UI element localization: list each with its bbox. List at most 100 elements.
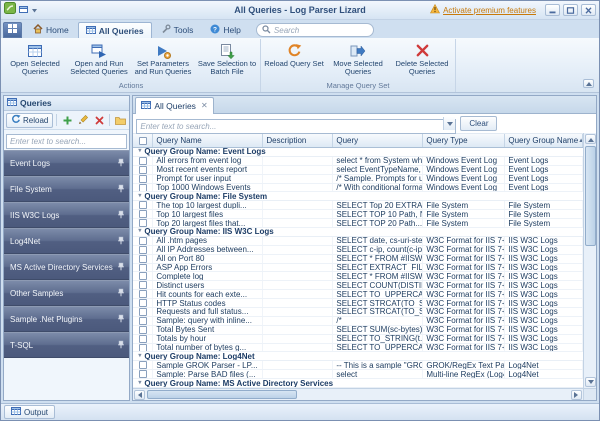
- column-header-query-name[interactable]: Query Name: [153, 134, 263, 147]
- row-checkbox[interactable]: [139, 361, 147, 369]
- table-row[interactable]: Sample GROK Parser - LP...-- This is a s…: [133, 361, 583, 370]
- group-row-query-group-name-iis-w3c-logs[interactable]: ▾Query Group Name: IIS W3C Logs: [133, 228, 583, 237]
- sidebar-item-iis-w3c-logs[interactable]: IIS W3C Logs: [4, 202, 129, 228]
- group-row-query-group-name-log4net[interactable]: ▾Query Group Name: Log4Net: [133, 352, 583, 361]
- group-row-query-group-name-file-system[interactable]: ▾Query Group Name: File System: [133, 192, 583, 201]
- ribbon-button-reload-query-set[interactable]: Reload Query Set: [262, 40, 326, 68]
- vertical-scroll-thumb[interactable]: [585, 146, 596, 246]
- ribbon-collapse-button[interactable]: [583, 79, 594, 88]
- table-row[interactable]: All .htm pagesSELECT date, cs-uri-stemW3…: [133, 237, 583, 246]
- row-checkbox[interactable]: [139, 157, 147, 165]
- ribbon-tab-tools[interactable]: Tools: [153, 22, 202, 38]
- maximize-button[interactable]: [563, 4, 578, 16]
- scroll-right-button[interactable]: [571, 390, 582, 400]
- row-checkbox[interactable]: [139, 290, 147, 298]
- row-checkbox[interactable]: [139, 281, 147, 289]
- quick-access-dropdown-icon[interactable]: [31, 1, 38, 19]
- ribbon-button-save-selection-to-batch-file[interactable]: Save Selection to Batch File: [195, 40, 259, 76]
- reload-button[interactable]: Reload: [6, 113, 53, 128]
- horizontal-scrollbar[interactable]: [133, 388, 583, 400]
- table-row[interactable]: ASP App ErrorsSELECT EXTRACT_FILEN...W3C…: [133, 264, 583, 273]
- row-checkbox[interactable]: [139, 237, 147, 245]
- ribbon-button-set-parameters-and-run-queries[interactable]: Set Parameters and Run Queries: [131, 40, 195, 76]
- table-row[interactable]: Distinct usersSELECT COUNT(DISTINC...W3C…: [133, 281, 583, 290]
- row-checkbox[interactable]: [139, 308, 147, 316]
- edit-query-button[interactable]: [76, 113, 90, 128]
- table-row[interactable]: Hit counts for each exte...SELECT TO_UPP…: [133, 290, 583, 299]
- row-checkbox[interactable]: [139, 166, 147, 174]
- application-menu-button[interactable]: [3, 22, 22, 38]
- output-button[interactable]: Output: [4, 405, 55, 419]
- sidebar-item-other-samples[interactable]: Other Samples: [4, 280, 129, 306]
- ribbon-button-delete-selected-queries[interactable]: Delete Selected Queries: [390, 40, 454, 76]
- delete-query-button[interactable]: [92, 113, 106, 128]
- close-button[interactable]: [581, 4, 596, 16]
- row-checkbox[interactable]: [139, 201, 147, 209]
- row-checkbox[interactable]: [139, 344, 147, 352]
- sidebar-search-input[interactable]: [6, 134, 127, 149]
- table-row[interactable]: Sample: Parse BAD files (...selectMulti-…: [133, 370, 583, 379]
- table-row[interactable]: Top 10 largest filesSELECT TOP 10 Path, …: [133, 210, 583, 219]
- row-checkbox[interactable]: [139, 246, 147, 254]
- scroll-down-button[interactable]: [585, 377, 596, 387]
- row-checkbox[interactable]: [139, 210, 147, 218]
- group-row-query-group-name-ms-active-directory-services[interactable]: ▾Query Group Name: MS Active Directory S…: [133, 379, 583, 388]
- sidebar-item-t-sql[interactable]: T-SQL: [4, 332, 129, 358]
- row-checkbox[interactable]: [139, 299, 147, 307]
- table-row[interactable]: All on Port 80SELECT * FROM #IISW3...W3C…: [133, 255, 583, 264]
- sidebar-item-event-logs[interactable]: Event Logs: [4, 150, 129, 176]
- row-checkbox[interactable]: [139, 255, 147, 263]
- ribbon-tab-home[interactable]: Home: [25, 22, 77, 38]
- table-filter-input[interactable]: [136, 119, 456, 134]
- ribbon-tab-all-queries[interactable]: All Queries: [78, 22, 152, 38]
- scroll-up-button[interactable]: [585, 134, 596, 144]
- sidebar-item-file-system[interactable]: File System: [4, 176, 129, 202]
- row-checkbox[interactable]: [139, 326, 147, 334]
- add-query-button[interactable]: [60, 113, 74, 128]
- scroll-left-button[interactable]: [134, 390, 145, 400]
- table-row[interactable]: HTTP Status codesSELECT STRCAT(TO_ST...W…: [133, 299, 583, 308]
- open-folder-button[interactable]: [113, 113, 127, 128]
- vertical-scrollbar[interactable]: [583, 133, 596, 388]
- table-row[interactable]: Requests and full status...SELECT STRCAT…: [133, 308, 583, 317]
- table-row[interactable]: All IP Addresses between...SELECT c-ip, …: [133, 246, 583, 255]
- activate-premium-link[interactable]: Activate premium features: [443, 6, 536, 15]
- table-row[interactable]: Most recent events reportselect EventTyp…: [133, 166, 583, 175]
- group-row-query-group-name-event-logs[interactable]: ▾Query Group Name: Event Logs: [133, 148, 583, 157]
- minimize-button[interactable]: [545, 4, 560, 16]
- ribbon-tab-help[interactable]: ? Help: [202, 22, 248, 38]
- collapse-icon[interactable]: ▾: [138, 228, 141, 236]
- sidebar-item-ms-active-directory-services[interactable]: MS Active Directory Services: [4, 254, 129, 280]
- filter-dropdown-button[interactable]: [443, 117, 455, 130]
- column-header-query[interactable]: Query: [333, 134, 423, 147]
- table-row[interactable]: Complete logSELECT * FROM #IISW3...W3C F…: [133, 272, 583, 281]
- column-header-query-group-name[interactable]: Query Group Name ▲: [505, 134, 583, 147]
- tab-close-icon[interactable]: ✕: [201, 102, 208, 110]
- row-checkbox[interactable]: [139, 219, 147, 227]
- horizontal-scroll-thumb[interactable]: [147, 390, 297, 399]
- document-tab-all-queries[interactable]: All Queries ✕: [135, 97, 213, 114]
- collapse-icon[interactable]: ▾: [138, 192, 141, 200]
- row-checkbox[interactable]: [139, 264, 147, 272]
- quick-access-icon[interactable]: [19, 1, 28, 19]
- sidebar-item-log4net[interactable]: Log4Net: [4, 228, 129, 254]
- row-checkbox[interactable]: [139, 317, 147, 325]
- ribbon-button-move-selected-queries[interactable]: Move Selected Queries: [326, 40, 390, 76]
- row-checkbox[interactable]: [139, 370, 147, 378]
- ribbon-search-box[interactable]: [256, 23, 374, 37]
- column-header-description[interactable]: Description: [263, 134, 333, 147]
- row-checkbox[interactable]: [139, 335, 147, 343]
- table-row[interactable]: Totals by hourSELECT TO_STRING(t...W3C F…: [133, 335, 583, 344]
- collapse-icon[interactable]: ▾: [138, 379, 141, 387]
- row-checkbox[interactable]: [139, 175, 147, 183]
- table-row[interactable]: Sample: query with inline.../*W3C Format…: [133, 317, 583, 326]
- clear-filter-button[interactable]: Clear: [460, 116, 497, 131]
- table-row[interactable]: Total number of bytes g...SELECT TO_UPPE…: [133, 344, 583, 353]
- ribbon-search-input[interactable]: [274, 26, 368, 35]
- ribbon-button-open-and-run-selected-queries[interactable]: Open and Run Selected Queries: [67, 40, 131, 76]
- table-row[interactable]: Top 20 largest files that...SELECT TOP 2…: [133, 219, 583, 228]
- row-checkbox[interactable]: [139, 272, 147, 280]
- table-row[interactable]: All errors from event logselect * from S…: [133, 157, 583, 166]
- collapse-icon[interactable]: ▾: [138, 352, 141, 360]
- table-row[interactable]: Prompt for user input/* Sample. Prompts …: [133, 175, 583, 184]
